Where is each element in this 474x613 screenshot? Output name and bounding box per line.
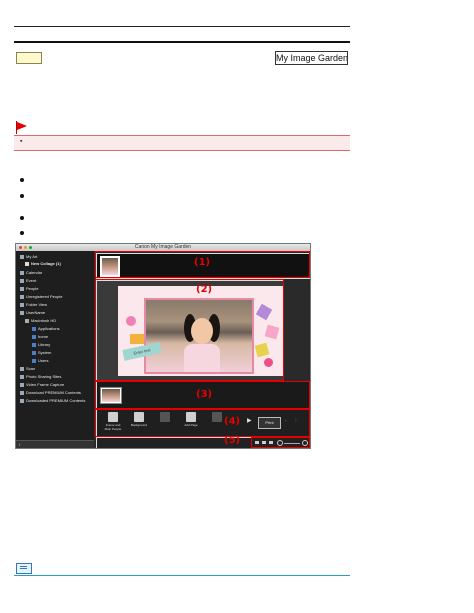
sidebar-item-macintosh-hd[interactable]: Macintosh HD [25, 318, 56, 323]
brand-label: My Image Garden [275, 51, 348, 65]
sidebar-item-people[interactable]: People [20, 286, 38, 291]
download-icon [20, 390, 24, 395]
section-badge [16, 52, 42, 64]
event-icon [20, 278, 24, 283]
callout-label-3: (3) [196, 389, 213, 400]
sidebar-item-users[interactable]: Users [32, 358, 48, 363]
info-icon[interactable]: i [19, 442, 20, 447]
folder-icon [32, 358, 36, 363]
sidebar-item-video-frame-capture[interactable]: Video Frame Capture [20, 382, 64, 387]
downloaded-icon [20, 398, 24, 403]
callout-label-1: (1) [194, 257, 211, 268]
zoom-window-icon[interactable] [29, 246, 32, 249]
sidebar: My Art New Collage (1) Calendar Event Pe… [16, 251, 94, 448]
disk-icon [25, 318, 29, 323]
top-rule [14, 26, 350, 27]
film-icon [20, 382, 24, 387]
scan-icon [20, 366, 24, 371]
list-bullet-icon [20, 178, 24, 182]
note-icon [16, 563, 32, 574]
flag-icon [16, 121, 28, 134]
sidebar-item-my-art[interactable]: My Art [20, 254, 37, 259]
sidebar-item-scan[interactable]: Scan [20, 366, 35, 371]
callout-frame-2 [95, 279, 284, 381]
notice-bottom-rule [14, 150, 350, 151]
callout-label-5: (5) [224, 435, 241, 446]
sidebar-item-folder-view[interactable]: Folder View [20, 302, 47, 307]
header-rule [14, 41, 350, 43]
person-icon [20, 294, 24, 299]
people-icon [20, 286, 24, 291]
sidebar-item-photo-sharing[interactable]: Photo Sharing Sites [20, 374, 61, 379]
sidebar-item-event[interactable]: Event [20, 278, 36, 283]
callout-label-4: (4) [224, 416, 241, 427]
sidebar-item-applications[interactable]: Applications [32, 326, 60, 331]
folder-icon [32, 350, 36, 355]
sidebar-item-unregistered-people[interactable]: Unregistered People [20, 294, 62, 299]
sidebar-item-system[interactable]: System [32, 350, 51, 355]
close-window-icon[interactable] [19, 246, 22, 249]
sidebar-item-calendar[interactable]: Calendar [20, 270, 42, 275]
list-bullet-icon [20, 194, 24, 198]
notice-box [14, 136, 350, 150]
calendar-icon [20, 270, 24, 275]
window-titlebar: Canon My Image Garden [16, 244, 310, 251]
folder-icon [32, 334, 36, 339]
sidebar-footer: i [16, 440, 94, 448]
sidebar-item-new-collage[interactable]: New Collage (1) [25, 261, 61, 266]
app-window: Canon My Image Garden My Art New Collage… [15, 243, 311, 449]
note-rule [14, 575, 350, 576]
folder-icon [32, 326, 36, 331]
sidebar-item-downloaded-premium[interactable]: Downloaded PREMIUM Contents [20, 398, 85, 403]
collage-icon [25, 261, 29, 266]
sidebar-item-home[interactable]: home [32, 334, 48, 339]
sidebar-item-library[interactable]: Library [32, 342, 50, 347]
sidebar-item-username[interactable]: UserName [20, 310, 45, 315]
user-folder-icon [20, 310, 24, 315]
minimize-window-icon[interactable] [24, 246, 27, 249]
globe-icon [20, 374, 24, 379]
window-title: Canon My Image Garden [134, 244, 192, 250]
list-bullet-icon [20, 216, 24, 220]
callout-frame-4 [95, 409, 310, 437]
folder-view-icon [20, 302, 24, 307]
list-bullet-icon [20, 231, 24, 235]
callout-frame-5 [251, 437, 310, 448]
my-art-icon [20, 254, 24, 259]
sidebar-item-download-premium[interactable]: Download PREMIUM Contents [20, 390, 81, 395]
notice-bullet-icon: ▪ [20, 138, 23, 145]
callout-label-2: (2) [196, 284, 213, 295]
folder-icon [32, 342, 36, 347]
